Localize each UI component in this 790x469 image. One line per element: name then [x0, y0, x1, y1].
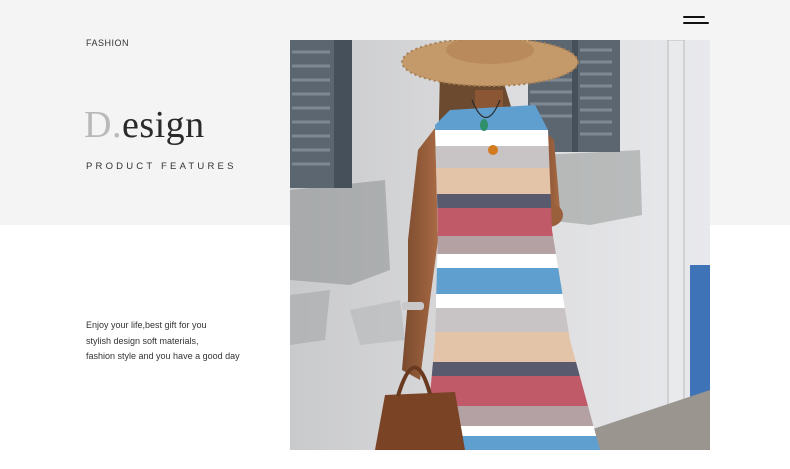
product-features-subtitle: PRODUCT FEATURES — [86, 161, 237, 172]
wall-stain — [290, 180, 390, 285]
description-line: Enjoy your life,best gift for you — [86, 320, 207, 330]
category-label: FASHION — [86, 38, 130, 48]
title-rest: esign — [121, 104, 205, 146]
tote-bag — [375, 392, 465, 450]
description-line: stylish design soft materials, — [86, 335, 199, 346]
necklace-bead — [488, 145, 498, 155]
title-initial: D. — [84, 104, 122, 146]
product-photo-illustration — [290, 40, 710, 450]
product-photo — [290, 40, 710, 450]
necklace-pendant — [480, 119, 488, 131]
description-text: Enjoy your life,best gift for you stylis… — [86, 318, 240, 365]
blue-door — [690, 265, 710, 400]
bracelet — [402, 302, 424, 310]
wall-stain — [290, 290, 330, 345]
drainpipe — [667, 40, 685, 413]
page-title: D.esign — [84, 106, 205, 144]
hamburger-menu-icon[interactable] — [683, 16, 709, 28]
description-line: fashion style and you have a good day — [86, 351, 240, 361]
